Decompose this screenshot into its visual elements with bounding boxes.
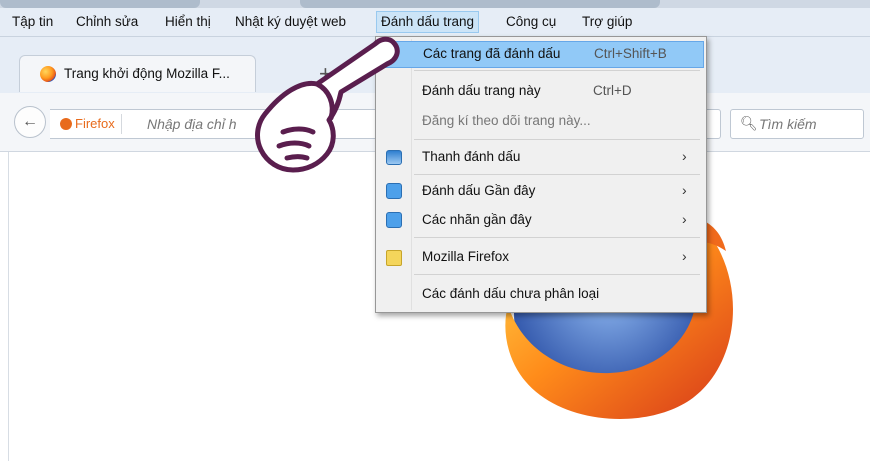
identity-box[interactable]: Firefox: [60, 114, 122, 134]
window-top-strip: [0, 0, 870, 8]
menu-item-label: Thanh đánh dấu: [422, 149, 521, 164]
content-edge: [8, 152, 9, 461]
menu-item-mozilla-firefox[interactable]: Mozilla Firefox ›: [378, 245, 704, 270]
menu-item-bookmark-this-page[interactable]: Đánh dấu trang này Ctrl+D: [378, 79, 704, 104]
menu-item-show-all-bookmarks[interactable]: Các trang đã đánh dấu Ctrl+Shift+B: [378, 41, 704, 68]
identity-label: Firefox: [75, 116, 115, 131]
tab-start-page[interactable]: Trang khởi động Mozilla F...: [19, 55, 256, 92]
top-strip-segment: [300, 0, 660, 8]
pointing-hand-icon: [255, 36, 400, 173]
menu-item-label: Đăng kí theo dõi trang này...: [422, 113, 591, 128]
tab-title: Trang khởi động Mozilla F...: [64, 66, 230, 81]
menu-item-recently-bookmarked[interactable]: Đánh dấu Gần đây ›: [378, 179, 704, 204]
menu-item-recent-tags[interactable]: Các nhãn gần đây ›: [378, 208, 704, 233]
menu-file[interactable]: Tập tin: [8, 12, 57, 32]
menu-item-label: Đánh dấu Gần đây: [422, 183, 536, 198]
menu-edit[interactable]: Chỉnh sửa: [72, 12, 142, 32]
menu-separator: [414, 139, 700, 140]
search-input[interactable]: Tìm kiếm: [759, 116, 817, 132]
search-bar[interactable]: 🔍︎ Tìm kiếm: [730, 109, 864, 139]
bookmarks-menu: Các trang đã đánh dấu Ctrl+Shift+B Đánh …: [375, 36, 707, 313]
chevron-right-icon: ›: [682, 182, 687, 198]
menu-separator: [414, 174, 700, 175]
menu-bar: Tập tin Chỉnh sửa Hiển thị Nhật ký duyệt…: [0, 8, 870, 37]
menu-item-unsorted-bookmarks[interactable]: Các đánh dấu chưa phân loại: [378, 282, 704, 307]
menu-view[interactable]: Hiển thị: [161, 12, 215, 32]
search-icon: 🔍︎: [740, 115, 758, 131]
menu-item-label: Các đánh dấu chưa phân loại: [422, 286, 600, 301]
firefox-icon: [40, 66, 56, 82]
menu-item-label: Đánh dấu trang này: [422, 83, 541, 98]
chevron-right-icon: ›: [682, 248, 687, 264]
menu-tools[interactable]: Công cụ: [502, 12, 560, 32]
url-input[interactable]: Nhập địa chỉ h: [147, 114, 237, 134]
back-arrow-icon: ←: [22, 113, 38, 130]
menu-separator: [414, 70, 700, 71]
folder-icon: [386, 250, 402, 266]
firefox-icon: [60, 118, 72, 130]
menu-item-shortcut: Ctrl+Shift+B: [594, 46, 667, 61]
smart-folder-icon: [386, 212, 402, 228]
menu-separator: [414, 237, 700, 238]
menu-item-label: Mozilla Firefox: [422, 249, 510, 264]
menu-separator: [414, 274, 700, 275]
chevron-right-icon: ›: [682, 211, 687, 227]
menu-item-label: Các nhãn gần đây: [422, 212, 532, 227]
menu-item-subscribe: Đăng kí theo dõi trang này...: [378, 109, 704, 134]
menu-item-label: Các trang đã đánh dấu: [423, 46, 561, 61]
back-button[interactable]: ←: [14, 106, 46, 138]
menu-item-shortcut: Ctrl+D: [593, 83, 632, 98]
menu-help[interactable]: Trợ giúp: [578, 12, 636, 32]
chevron-right-icon: ›: [682, 148, 687, 164]
menu-item-bookmarks-toolbar[interactable]: Thanh đánh dấu ›: [378, 145, 704, 170]
top-strip-segment: [0, 0, 200, 8]
